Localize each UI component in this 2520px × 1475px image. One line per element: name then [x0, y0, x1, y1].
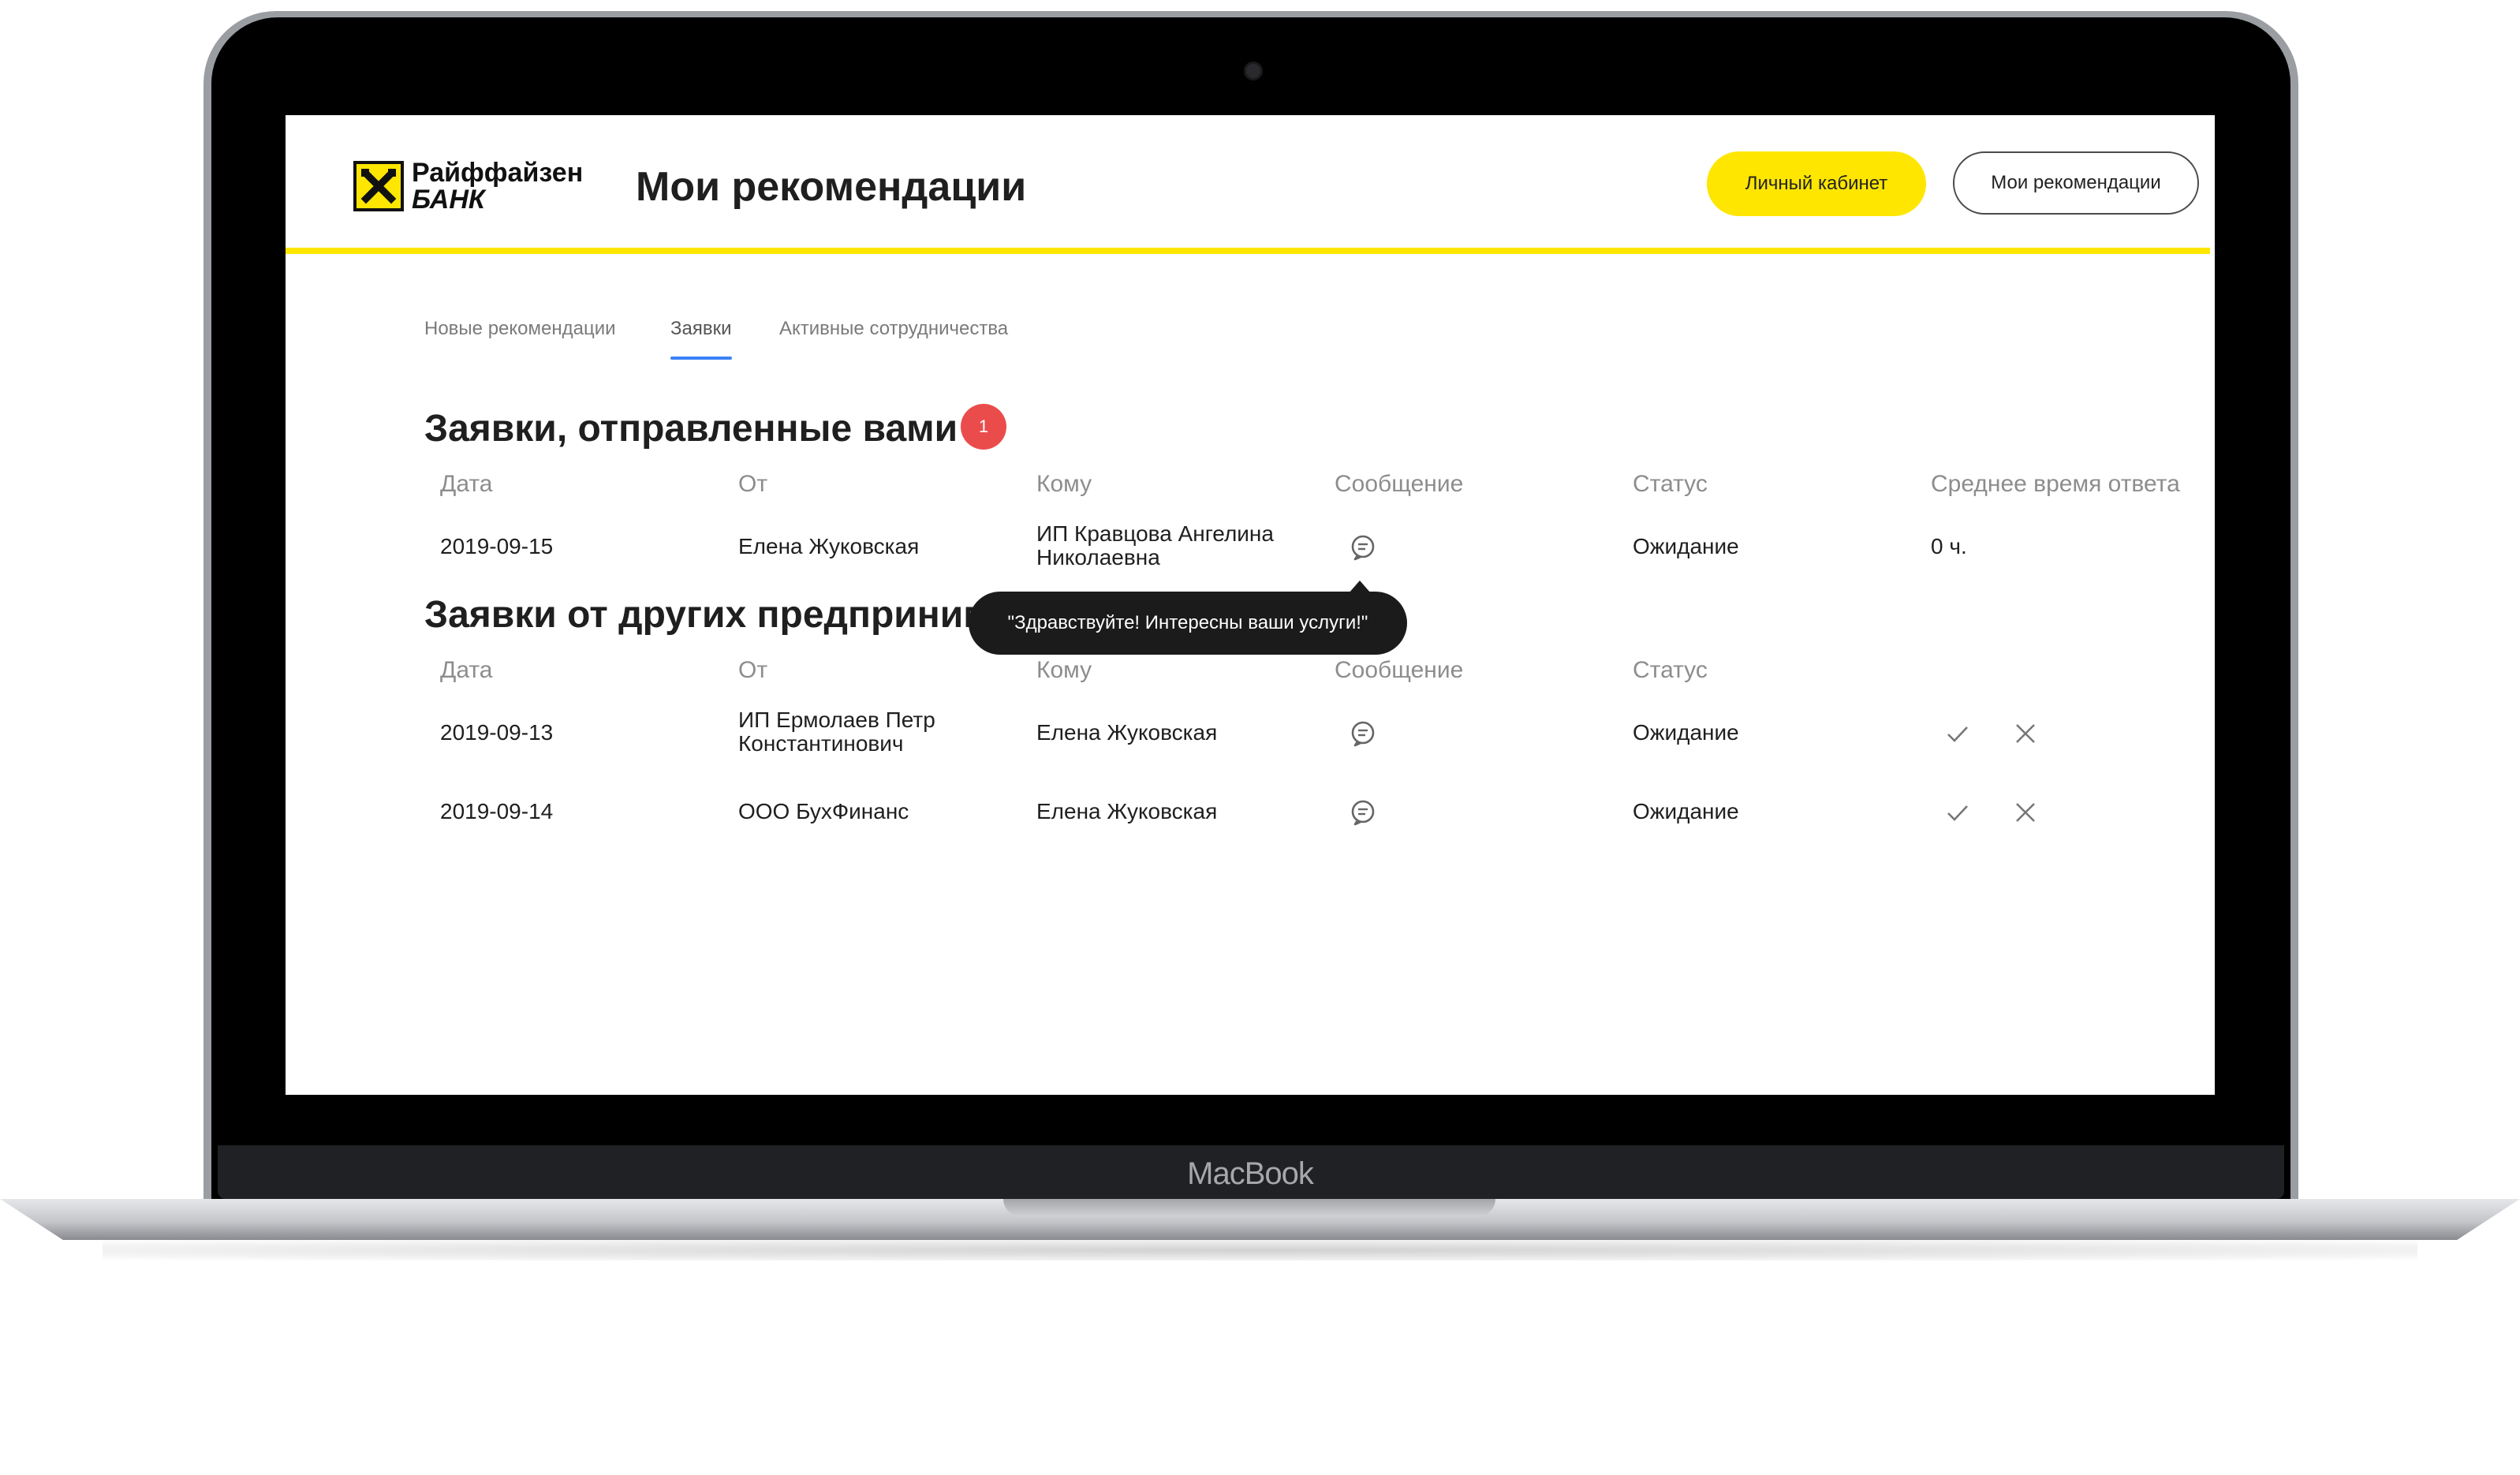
row-status: Ожидание [1633, 799, 1739, 823]
device-brand-label: MacBook [1187, 1156, 1314, 1191]
column-header-date: Дата [440, 471, 493, 497]
message-icon[interactable] [1349, 798, 1377, 827]
row-status: Ожидание [1633, 534, 1739, 558]
row-date: 2019-09-13 [440, 720, 554, 745]
row-from: ООО БухФинанс [738, 799, 909, 823]
logo-line1: Райффайзен [412, 158, 584, 188]
column-header-to: Кому [1036, 657, 1092, 683]
row-date: 2019-09-15 [440, 534, 554, 558]
tab-requests[interactable]: Заявки [670, 317, 732, 360]
row-from: ИП Ермолаев Петр Константинович [738, 708, 935, 756]
row-status: Ожидание [1633, 720, 1739, 745]
row-to: Елена Жуковская [1036, 799, 1218, 823]
row-date: 2019-09-14 [440, 799, 554, 823]
check-icon[interactable] [1945, 800, 1970, 825]
column-header-message: Сообщение [1335, 657, 1464, 683]
column-header-to: Кому [1036, 471, 1092, 497]
row-to: ИП Кравцова Ангелина Николаевна [1036, 521, 1274, 569]
close-icon[interactable] [2013, 721, 2038, 746]
logo-icon[interactable] [353, 161, 404, 211]
tab-active-indicator [670, 357, 732, 360]
laptop-shadow [103, 1240, 2417, 1260]
column-header-avg-time: Среднее время ответа [1931, 471, 2180, 497]
camera-icon [1244, 62, 1263, 80]
row-avg-time: 0 ч. [1931, 534, 1967, 558]
header: Райффайзен БАНК Мои рекомендации Личный … [286, 115, 2215, 249]
column-header-status: Статус [1633, 471, 1708, 497]
tab-new-recommendations[interactable]: Новые рекомендации [424, 317, 616, 341]
sent-count-badge: 1 [961, 404, 1006, 450]
column-header-message: Сообщение [1335, 471, 1464, 497]
column-header-date: Дата [440, 657, 493, 683]
tab-active-partnerships[interactable]: Активные сотрудничества [779, 317, 1008, 341]
header-accent-line [286, 248, 2210, 254]
row-from: Елена Жуковская [738, 534, 920, 558]
column-header-from: От [738, 657, 768, 683]
sent-requests-title: Заявки, отправленные вами [424, 408, 958, 450]
laptop-notch [1003, 1199, 1495, 1216]
logo-line2: БАНК [412, 185, 485, 215]
message-tooltip: "Здравствуйте! Интересны ваши услуги!" [969, 592, 1407, 655]
column-header-status: Статус [1633, 657, 1708, 683]
tab-requests-label: Заявки [670, 318, 732, 339]
check-icon[interactable] [1945, 721, 1970, 746]
message-icon[interactable] [1349, 533, 1377, 562]
personal-cabinet-button[interactable]: Личный кабинет [1707, 151, 1926, 216]
row-to: Елена Жуковская [1036, 720, 1218, 745]
screen: Райффайзен БАНК Мои рекомендации Личный … [286, 115, 2215, 1095]
my-recommendations-button[interactable]: Мои рекомендации [1953, 151, 2199, 215]
message-icon[interactable] [1349, 719, 1377, 748]
close-icon[interactable] [2013, 800, 2038, 825]
column-header-from: От [738, 471, 768, 497]
logo-text: Райффайзен БАНК [412, 159, 601, 213]
page-title: Мои рекомендации [636, 164, 1027, 210]
